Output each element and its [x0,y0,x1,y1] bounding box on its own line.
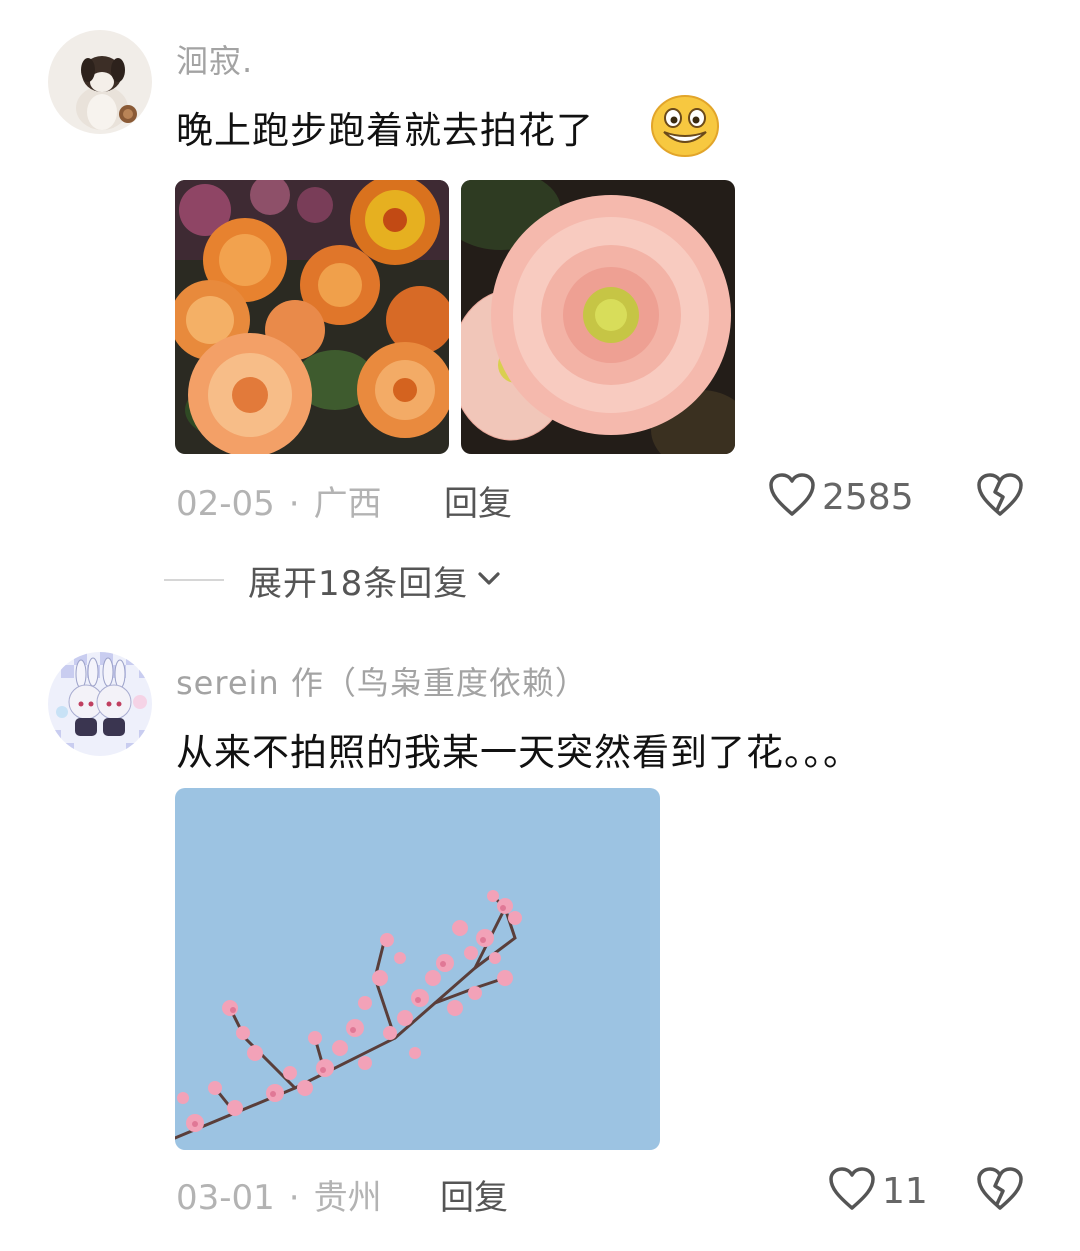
photo-thumbnail[interactable] [175,180,449,454]
comment-date: 02-05 [176,484,275,524]
username[interactable]: 洄寂. [176,36,253,82]
like-count: 2585 [822,476,914,518]
broken-heart-icon [976,473,1024,522]
expand-replies-label: 展开18条回复 [248,563,469,604]
separator: · [288,484,300,524]
comment-text: 晚上跑步跑着就去拍花了 [176,109,594,152]
dislike-button[interactable] [976,472,1024,522]
like-count: 11 [882,1170,928,1212]
comment-meta: 02-05 · 广西 [176,476,382,525]
avatar[interactable] [48,30,152,134]
avatar[interactable] [48,652,152,756]
chevron-down-icon [476,568,502,592]
dislike-button[interactable] [976,1166,1024,1216]
expand-replies-button[interactable]: 展开18条回复 [164,556,502,604]
photo-thumbnail[interactable] [175,788,660,1150]
photo-thumbnail[interactable] [461,180,735,454]
like-button[interactable]: 11 [828,1166,928,1216]
comment-item: serein 作（鸟枭重度依赖） 从来不拍照的我某一天突然看到了花。。。 03-… [0,620,1080,1251]
comment-location: 贵州 [313,1178,382,1218]
divider [164,579,224,581]
broken-heart-icon [976,1167,1024,1216]
comment-item: 洄寂. 晚上跑步跑着就去拍花了 02-05 · 广西 回复 2585 展开18条… [0,0,1080,620]
heart-outline-icon [768,472,816,522]
comment-location: 广西 [313,484,382,524]
comment-date: 03-01 [176,1178,275,1218]
reply-button[interactable]: 回复 [444,476,512,525]
comment-meta: 03-01 · 贵州 [176,1170,382,1219]
username[interactable]: serein 作（鸟枭重度依赖） [176,658,588,704]
like-button[interactable]: 2585 [768,472,914,522]
comment-text: 从来不拍照的我某一天突然看到了花。。。 [176,731,861,774]
separator: · [288,1178,300,1218]
reply-button[interactable]: 回复 [440,1170,508,1219]
grinning-face-emoji-icon [650,94,720,162]
heart-outline-icon [828,1166,876,1216]
